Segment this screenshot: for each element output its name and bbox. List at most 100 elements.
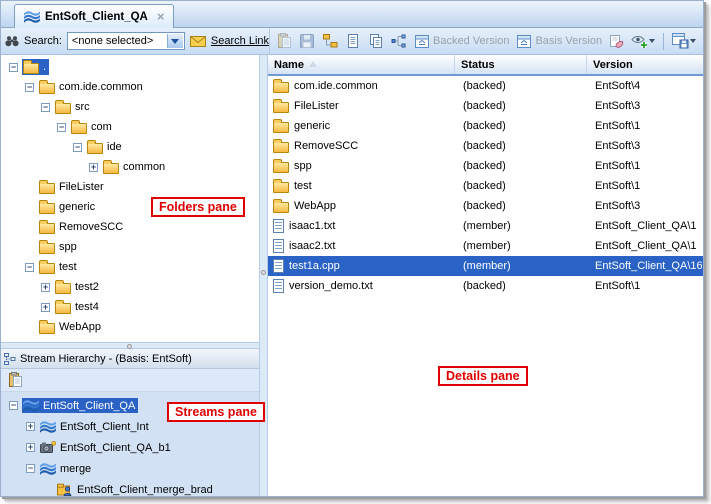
- tree-node[interactable]: EntSoft_Client_QA: [22, 398, 138, 413]
- tree-node[interactable]: EntSoft_Client_merge_brad: [56, 482, 216, 496]
- tree-node[interactable]: test: [38, 259, 80, 275]
- tree-item-label: merge: [60, 463, 91, 475]
- tree-node[interactable]: ide: [86, 139, 125, 155]
- cell-version: EntSoft\3: [587, 100, 703, 112]
- collapse-minus-icon[interactable]: −: [73, 143, 82, 152]
- folder-icon: [273, 182, 289, 193]
- expand-plus-icon[interactable]: +: [26, 422, 35, 431]
- tree-item[interactable]: spp: [1, 237, 259, 257]
- sort-ascending-icon: [309, 61, 317, 67]
- copy-icon: [367, 33, 384, 50]
- cell-version: EntSoft_Client_QA\16: [587, 260, 703, 272]
- tree-node[interactable]: spp: [38, 239, 80, 255]
- tree-item[interactable]: FileLister: [1, 177, 259, 197]
- document-button[interactable]: [344, 33, 361, 50]
- tree-node[interactable]: .: [22, 59, 49, 75]
- tree-node[interactable]: src: [54, 99, 93, 115]
- version-graph-button[interactable]: [390, 33, 407, 50]
- tree-item[interactable]: + common: [1, 157, 259, 177]
- file-name-label: generic: [294, 120, 330, 132]
- tree-node[interactable]: test4: [54, 299, 102, 315]
- tree-item[interactable]: + test4: [1, 297, 259, 317]
- search-dropdown[interactable]: <none selected>: [67, 32, 185, 50]
- tree-item[interactable]: + EntSoft_Client_QA_b1: [1, 437, 259, 458]
- tree-item[interactable]: EntSoft_Client_merge_brad: [1, 479, 259, 496]
- tree-item[interactable]: −src: [1, 97, 259, 117]
- keep-button[interactable]: [321, 33, 338, 50]
- column-header-name[interactable]: Name: [268, 55, 455, 74]
- table-row[interactable]: com.ide.common(backed)EntSoft\4: [268, 76, 703, 96]
- clipboard-icon[interactable]: [6, 372, 23, 389]
- copy-button[interactable]: [367, 33, 384, 50]
- table-row[interactable]: generic(backed)EntSoft\1: [268, 116, 703, 136]
- collapse-minus-icon[interactable]: −: [9, 401, 18, 410]
- tree-item[interactable]: −ide: [1, 137, 259, 157]
- table-row[interactable]: spp(backed)EntSoft\1: [268, 156, 703, 176]
- tree-node[interactable]: test2: [54, 279, 102, 295]
- tree-item[interactable]: −test: [1, 257, 259, 277]
- eye-add-button[interactable]: [631, 33, 655, 50]
- tree-node[interactable]: com.ide.common: [38, 79, 146, 95]
- edit-button[interactable]: [608, 33, 625, 50]
- tree-item[interactable]: −com: [1, 117, 259, 137]
- tree-item[interactable]: WebApp: [1, 317, 259, 337]
- file-icon: [273, 279, 284, 293]
- tree-node[interactable]: generic: [38, 199, 98, 215]
- tree-node[interactable]: EntSoft_Client_QA_b1: [39, 440, 174, 455]
- chevron-down-icon[interactable]: [167, 34, 183, 48]
- tree-item[interactable]: + test2: [1, 277, 259, 297]
- tree-item[interactable]: − merge: [1, 458, 259, 479]
- tree-node[interactable]: RemoveSCC: [38, 219, 126, 235]
- expand-plus-icon[interactable]: +: [26, 443, 35, 452]
- close-icon[interactable]: ×: [157, 12, 165, 22]
- table-view-button[interactable]: Basis Version: [515, 33, 602, 50]
- table-row[interactable]: RemoveSCC(backed)EntSoft\3: [268, 136, 703, 156]
- tree-node[interactable]: WebApp: [38, 319, 104, 335]
- horizontal-splitter[interactable]: [1, 342, 259, 349]
- search-link[interactable]: Search Link: [211, 35, 269, 47]
- tree-item[interactable]: −.: [1, 57, 259, 77]
- expand-plus-icon[interactable]: +: [89, 163, 98, 172]
- tree-node[interactable]: common: [102, 159, 168, 175]
- table-header: Name Status Version: [268, 55, 703, 76]
- chevron-down-icon[interactable]: [649, 39, 655, 43]
- expand-plus-icon[interactable]: +: [41, 283, 50, 292]
- splitter-grip-icon[interactable]: [127, 344, 132, 349]
- column-header-version[interactable]: Version: [587, 55, 703, 74]
- collapse-minus-icon[interactable]: −: [57, 123, 66, 132]
- table-row[interactable]: isaac2.txt(member)EntSoft_Client_QA\1: [268, 236, 703, 256]
- table-row[interactable]: test(backed)EntSoft\1: [268, 176, 703, 196]
- expand-plus-icon[interactable]: +: [41, 303, 50, 312]
- save-button[interactable]: [298, 33, 315, 50]
- tree-node[interactable]: merge: [39, 461, 94, 476]
- column-header-status[interactable]: Status: [455, 55, 587, 74]
- tree-item[interactable]: −com.ide.common: [1, 77, 259, 97]
- tree-node[interactable]: com: [70, 119, 115, 135]
- tree-node[interactable]: FileLister: [38, 179, 107, 195]
- tree-item[interactable]: RemoveSCC: [1, 217, 259, 237]
- tab-entsoft-client-qa[interactable]: EntSoft_Client_QA ×: [14, 4, 174, 28]
- table-row[interactable]: WebApp(backed)EntSoft\3: [268, 196, 703, 216]
- tree-node[interactable]: EntSoft_Client_Int: [39, 419, 152, 434]
- folder-icon: [273, 162, 289, 173]
- keep-icon: [321, 33, 338, 50]
- folder-icon: [39, 183, 55, 194]
- table-row[interactable]: isaac1.txt(member)EntSoft_Client_QA\1: [268, 216, 703, 236]
- paste-button[interactable]: [275, 33, 292, 50]
- save-layout-button[interactable]: [672, 33, 696, 50]
- vertical-splitter[interactable]: [259, 55, 268, 496]
- table-row[interactable]: FileLister(backed)EntSoft\3: [268, 96, 703, 116]
- collapse-minus-icon[interactable]: −: [41, 103, 50, 112]
- chevron-down-icon[interactable]: [690, 39, 696, 43]
- file-name-label: WebApp: [294, 200, 336, 212]
- cell-name: test1a.cpp: [268, 259, 455, 273]
- splitter-grip-icon[interactable]: [261, 270, 266, 275]
- document-icon: [344, 33, 361, 50]
- table-row[interactable]: test1a.cpp(member)EntSoft_Client_QA\16: [268, 256, 703, 276]
- collapse-minus-icon[interactable]: −: [25, 83, 34, 92]
- table-row[interactable]: version_demo.txt(backed)EntSoft\1: [268, 276, 703, 296]
- collapse-minus-icon[interactable]: −: [26, 464, 35, 473]
- table-view-button[interactable]: Backed Version: [413, 33, 509, 50]
- collapse-minus-icon[interactable]: −: [9, 63, 18, 72]
- collapse-minus-icon[interactable]: −: [25, 263, 34, 272]
